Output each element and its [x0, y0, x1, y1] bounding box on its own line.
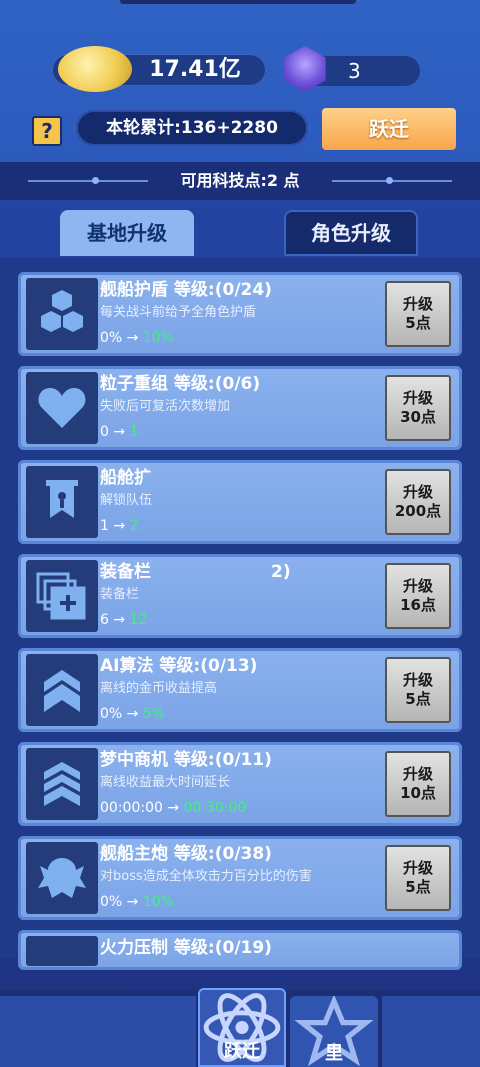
- upgrade-card: 舰船护盾 等级:(0/24) 每关战斗前给予全角色护盾 0% → 10% 升级 5…: [18, 272, 462, 356]
- top-line: [120, 0, 356, 4]
- upgrade-card: 火力压制 等级:(0/19): [18, 930, 462, 970]
- double-chevron-icon: [26, 654, 98, 726]
- upgrade-value: 6 → 12: [100, 612, 148, 628]
- nav-tab-right[interactable]: [382, 996, 480, 1067]
- upgrade-button[interactable]: 升级 10点: [385, 751, 451, 817]
- upgrade-value: 1 → 2: [100, 518, 139, 534]
- upgrade-title: 舰船护盾 等级:(0/24): [100, 280, 272, 300]
- upgrade-value: 0% → 10%: [100, 894, 174, 910]
- upgrade-desc: 每关战斗前给予全角色护盾: [100, 305, 257, 320]
- heart-icon: [26, 372, 98, 444]
- upgrade-card: 梦中商机 等级:(0/11) 离线收益最大时间延长 00:00:00 → 00:…: [18, 742, 462, 826]
- round-total-text: 本轮累计:136+2280: [106, 118, 278, 138]
- jump-button[interactable]: 跃迁: [322, 108, 456, 150]
- nav-tab-jump-label: 跃迁: [224, 1041, 260, 1062]
- divider-left: [28, 180, 148, 182]
- upgrade-title: 装备栏 2): [100, 562, 291, 582]
- triple-chevron-icon: [26, 748, 98, 820]
- gold-coin-icon: [58, 46, 132, 92]
- upgrade-card: 船舱扩 解锁队伍 1 → 2 升级 200点: [18, 460, 462, 544]
- nav-tab-left[interactable]: [0, 996, 196, 1067]
- upgrade-title: 舰船主炮 等级:(0/38): [100, 844, 272, 864]
- upgrade-value: 00:00:00 → 00:30:00: [100, 800, 247, 816]
- upgrade-list[interactable]: 舰船护盾 等级:(0/24) 每关战斗前给予全角色护盾 0% → 10% 升级 5…: [0, 258, 480, 970]
- upgrade-desc: 失败后可复活次数增加: [100, 399, 231, 414]
- divider-dot-left: [92, 177, 99, 184]
- divider-dot-right: [386, 177, 393, 184]
- firepower-icon: [26, 936, 98, 966]
- upgrade-button[interactable]: 升级 5点: [385, 281, 451, 347]
- tab-base-upgrade[interactable]: 基地升级: [60, 210, 194, 256]
- upgrade-button[interactable]: 升级 5点: [385, 845, 451, 911]
- upgrade-desc: 离线收益最大时间延长: [100, 775, 231, 790]
- upgrade-desc: 离线的金币收益提高: [100, 681, 218, 696]
- upgrade-button[interactable]: 升级 200点: [385, 469, 451, 535]
- upgrade-button[interactable]: 升级 30点: [385, 375, 451, 441]
- upgrade-value: 0% → 5%: [100, 706, 166, 722]
- upgrade-card: AI算法 等级:(0/13) 离线的金币收益提高 0% → 5% 升级 5点: [18, 648, 462, 732]
- upgrade-desc: 对boss造成全体攻击力百分比的伤害: [100, 869, 312, 884]
- upgrade-card: 舰船主炮 等级:(0/38) 对boss造成全体攻击力百分比的伤害 0% → 1…: [18, 836, 462, 920]
- help-icon[interactable]: ?: [32, 116, 62, 146]
- upgrade-desc: 解锁队伍: [100, 493, 153, 508]
- upgrade-value: 0 → 1: [100, 424, 139, 440]
- gold-value: 17.41亿: [149, 57, 241, 82]
- banner-icon: [26, 466, 98, 538]
- upgrade-card: 装备栏 2) 装备栏 6 → 12 升级 16点: [18, 554, 462, 638]
- upgrade-title: 船舱扩: [100, 468, 151, 488]
- upgrade-title: 梦中商机 等级:(0/11): [100, 750, 272, 770]
- tab-role-upgrade[interactable]: 角色升级: [284, 210, 418, 256]
- stacked-cards-plus-icon: [26, 560, 98, 632]
- upgrade-title: 粒子重组 等级:(0/6): [100, 374, 261, 394]
- upgrade-button[interactable]: 升级 5点: [385, 657, 451, 723]
- hexagon-cluster-icon: [26, 278, 98, 350]
- upgrade-button[interactable]: 升级 16点: [385, 563, 451, 629]
- beast-icon: [26, 842, 98, 914]
- upgrade-value: 0% → 10%: [100, 330, 174, 346]
- upgrade-card: 粒子重组 等级:(0/6) 失败后可复活次数增加 0 → 1 升级 30点: [18, 366, 462, 450]
- gem-value: 3: [348, 59, 361, 83]
- upgrade-desc: 装备栏: [100, 587, 140, 602]
- tech-points-text: 可用科技点:2 点: [180, 171, 300, 190]
- nav-tab-next-label: 里: [325, 1043, 343, 1064]
- upgrade-title: 火力压制 等级:(0/19): [100, 938, 272, 958]
- upgrade-title: AI算法 等级:(0/13): [100, 656, 258, 676]
